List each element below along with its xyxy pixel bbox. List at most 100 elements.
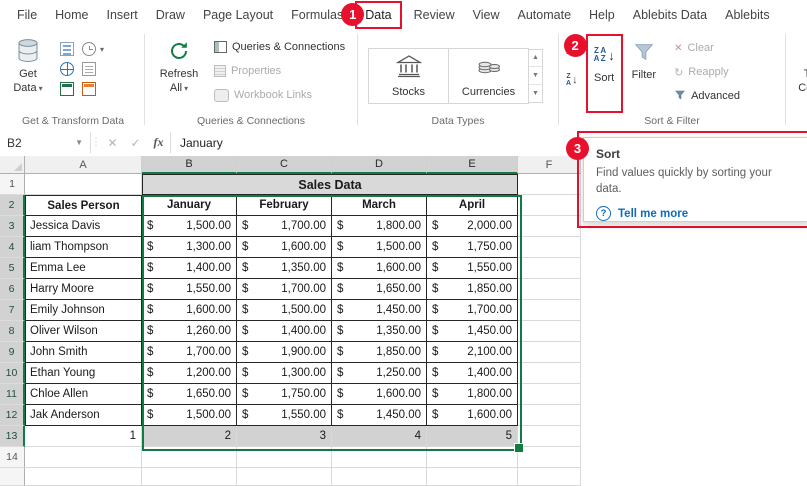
cell-B14[interactable] — [142, 447, 237, 468]
cell-A5[interactable]: Emma Lee — [25, 258, 142, 279]
cell-C15[interactable] — [237, 468, 332, 486]
row-header-partial[interactable] — [0, 468, 25, 486]
cell-E6[interactable]: $1,850.00 — [427, 279, 518, 300]
cell-B8[interactable]: $1,260.00 — [142, 321, 237, 342]
cell-F15[interactable] — [518, 468, 581, 486]
tab-formulas[interactable]: Formulas 1 — [282, 0, 365, 30]
cell-E11[interactable]: $1,800.00 — [427, 384, 518, 405]
cell-A13[interactable]: 1 — [25, 426, 142, 447]
cell-C2[interactable]: February — [237, 195, 332, 216]
cell-B6[interactable]: $1,550.00 — [142, 279, 237, 300]
cancel-icon[interactable]: ✕ — [101, 129, 124, 156]
cell-E10[interactable]: $1,400.00 — [427, 363, 518, 384]
cell-D15[interactable] — [332, 468, 427, 486]
select-all-corner[interactable] — [0, 156, 25, 174]
sort-button[interactable]: Z A A Z ↓ Sort — [590, 37, 619, 87]
cell-F7[interactable] — [518, 300, 581, 321]
from-table-range-button[interactable] — [60, 82, 74, 96]
row-header-6[interactable]: 6 — [0, 279, 25, 300]
existing-connections-button[interactable] — [82, 62, 104, 76]
cell-B13[interactable]: 2 — [142, 426, 237, 447]
tab-automate[interactable]: Automate — [509, 0, 581, 30]
cell-C6[interactable]: $1,700.00 — [237, 279, 332, 300]
cell-C9[interactable]: $1,900.00 — [237, 342, 332, 363]
cell-D7[interactable]: $1,450.00 — [332, 300, 427, 321]
row-header-14[interactable]: 14 — [0, 447, 25, 468]
column-header-B[interactable]: B — [142, 156, 237, 174]
cell-C13[interactable]: 3 — [237, 426, 332, 447]
cell-B11[interactable]: $1,650.00 — [142, 384, 237, 405]
tab-home[interactable]: Home — [46, 0, 97, 30]
cell-B4[interactable]: $1,300.00 — [142, 237, 237, 258]
row-header-1[interactable]: 1 — [0, 174, 25, 195]
cell-C12[interactable]: $1,550.00 — [237, 405, 332, 426]
cell-E9[interactable]: $2,100.00 — [427, 342, 518, 363]
row-header-3[interactable]: 3 — [0, 216, 25, 237]
cell-F11[interactable] — [518, 384, 581, 405]
cell-F10[interactable] — [518, 363, 581, 384]
cell-C11[interactable]: $1,750.00 — [237, 384, 332, 405]
enter-icon[interactable]: ✓ — [124, 129, 147, 156]
tab-file[interactable]: File — [8, 0, 46, 30]
tab-ablebits-data[interactable]: Ablebits Data — [624, 0, 716, 30]
cell-B9[interactable]: $1,700.00 — [142, 342, 237, 363]
cell-F2[interactable] — [518, 195, 581, 216]
cell-A12[interactable]: Jak Anderson — [25, 405, 142, 426]
gallery-more-icon[interactable]: ▼ — [529, 83, 542, 102]
cell-E3[interactable]: $2,000.00 — [427, 216, 518, 237]
tab-insert[interactable]: Insert — [98, 0, 147, 30]
cell-C8[interactable]: $1,400.00 — [237, 321, 332, 342]
row-header-4[interactable]: 4 — [0, 237, 25, 258]
cell-E8[interactable]: $1,450.00 — [427, 321, 518, 342]
cell-D2[interactable]: March — [332, 195, 427, 216]
cell-C4[interactable]: $1,600.00 — [237, 237, 332, 258]
row-header-2[interactable]: 2 — [0, 195, 25, 216]
cell-F9[interactable] — [518, 342, 581, 363]
fill-handle[interactable] — [514, 443, 524, 453]
cell-F8[interactable] — [518, 321, 581, 342]
cell-F14[interactable] — [518, 447, 581, 468]
tab-page-layout[interactable]: Page Layout — [194, 0, 282, 30]
cell-D4[interactable]: $1,500.00 — [332, 237, 427, 258]
cell-A7[interactable]: Emily Johnson — [25, 300, 142, 321]
advanced-filter-button[interactable]: Advanced — [669, 84, 745, 108]
cell-B5[interactable]: $1,400.00 — [142, 258, 237, 279]
column-header-A[interactable]: A — [25, 156, 142, 174]
row-header-7[interactable]: 7 — [0, 300, 25, 321]
tab-view[interactable]: View — [464, 0, 509, 30]
cell-F1[interactable] — [518, 174, 581, 195]
cell-F12[interactable] — [518, 405, 581, 426]
column-header-E[interactable]: E — [427, 156, 518, 174]
cell-A8[interactable]: Oliver Wilson — [25, 321, 142, 342]
from-text-csv-button[interactable] — [60, 42, 74, 56]
text-to-columns-button[interactable]: Text to Columns — [790, 33, 807, 98]
reapply-button[interactable]: ↻ Reapply — [669, 60, 745, 84]
stocks-data-type[interactable]: Stocks — [368, 47, 449, 104]
cell-E15[interactable] — [427, 468, 518, 486]
tell-me-more-link[interactable]: ? Tell me more — [596, 206, 798, 222]
cell-B3[interactable]: $1,500.00 — [142, 216, 237, 237]
column-header-C[interactable]: C — [237, 156, 332, 174]
insert-function-icon[interactable]: fx — [147, 129, 170, 156]
refresh-all-button[interactable]: Refresh All ▾ — [149, 33, 209, 98]
cell-C14[interactable] — [237, 447, 332, 468]
cell-C5[interactable]: $1,350.00 — [237, 258, 332, 279]
cell-E12[interactable]: $1,600.00 — [427, 405, 518, 426]
formula-bar-splitter[interactable]: ⋮ — [91, 129, 101, 156]
properties-button[interactable]: Properties — [209, 59, 350, 83]
cell-A4[interactable]: liam Thompson — [25, 237, 142, 258]
cell-D10[interactable]: $1,250.00 — [332, 363, 427, 384]
gallery-down-icon[interactable]: ▼ — [529, 66, 542, 84]
cell-B2[interactable]: January — [142, 195, 237, 216]
row-header-11[interactable]: 11 — [0, 384, 25, 405]
cell-E7[interactable]: $1,700.00 — [427, 300, 518, 321]
cell-C3[interactable]: $1,700.00 — [237, 216, 332, 237]
cell-E2[interactable]: April — [427, 195, 518, 216]
row-header-8[interactable]: 8 — [0, 321, 25, 342]
tab-help[interactable]: Help — [580, 0, 624, 30]
filter-button[interactable]: Filter — [628, 34, 660, 84]
data-source-settings-button[interactable] — [82, 82, 104, 96]
from-web-button[interactable] — [60, 62, 74, 76]
cell-B12[interactable]: $1,500.00 — [142, 405, 237, 426]
cell-A14[interactable] — [25, 447, 142, 468]
